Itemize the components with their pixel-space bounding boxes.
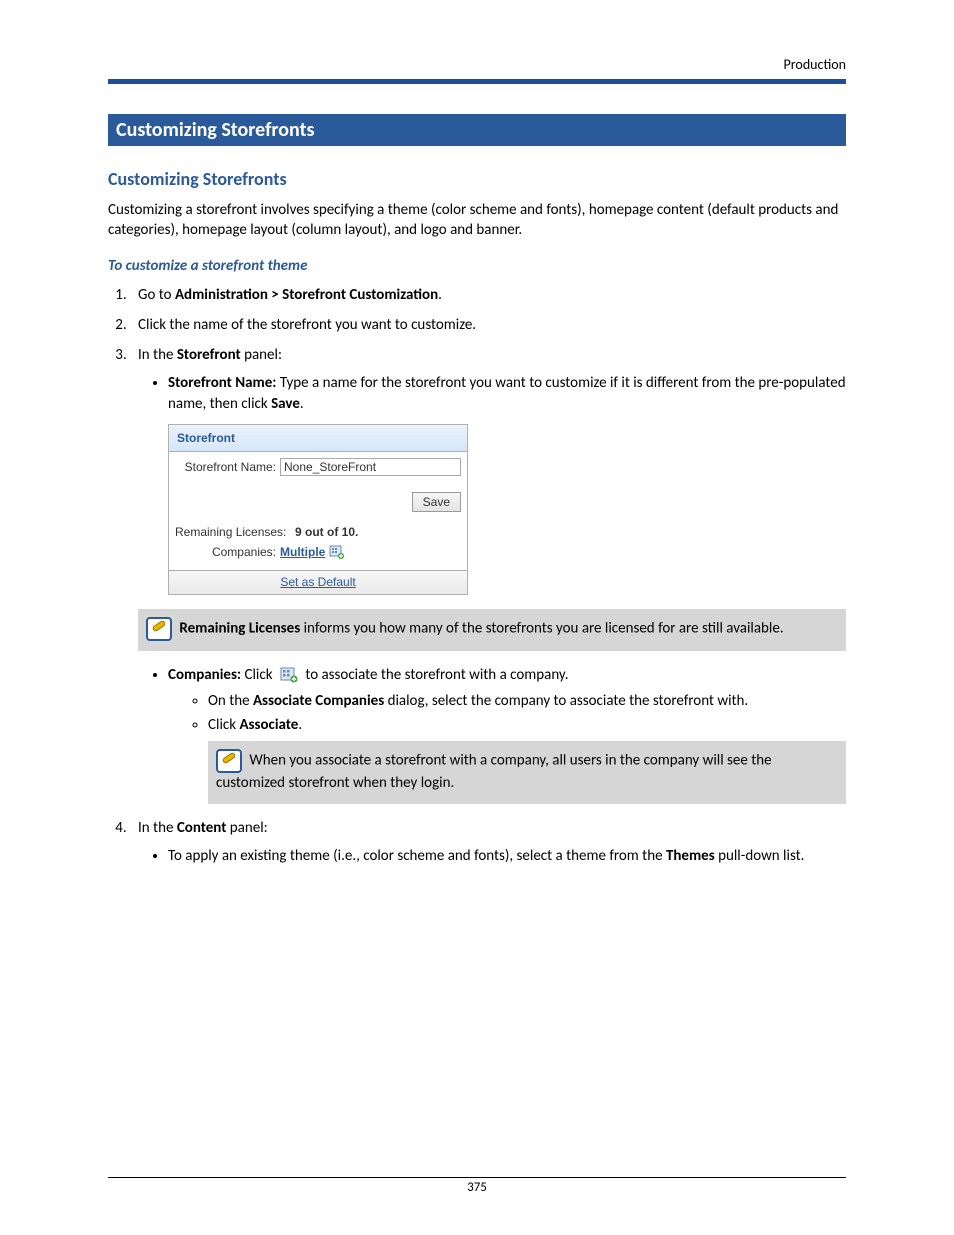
header-rule xyxy=(108,79,846,84)
procedure-list: Go to Administration > Storefront Custom… xyxy=(108,285,846,867)
section-banner: Customizing Storefronts xyxy=(108,114,846,146)
pencil-note-icon xyxy=(146,617,172,641)
save-button[interactable]: Save xyxy=(412,492,461,512)
panel-title: Storefront xyxy=(169,425,467,452)
step-3-sub-1: On the Associate Companies dialog, selec… xyxy=(208,691,846,711)
companies-label: Companies: xyxy=(175,544,280,560)
step-2: Click the name of the storefront you wan… xyxy=(130,315,846,335)
step-3-sub-2: Click Associate. xyxy=(208,715,846,735)
storefront-panel: Storefront Storefront Name: Save Remaini… xyxy=(168,424,468,595)
page-footer: 375 xyxy=(108,1177,846,1195)
step-4-bullet-1: To apply an existing theme (i.e., color … xyxy=(168,846,846,866)
storefront-name-label: Storefront Name: xyxy=(175,459,280,475)
note-remaining-licenses: Remaining Licenses informs you how many … xyxy=(138,609,846,651)
procedure-title: To customize a storefront theme xyxy=(108,257,846,275)
associate-inline-icon xyxy=(279,667,299,683)
storefront-name-input[interactable] xyxy=(280,458,461,476)
step-3: In the Storefront panel: Storefront Name… xyxy=(130,345,846,804)
intro-paragraph: Customizing a storefront involves specif… xyxy=(108,200,846,241)
step-1: Go to Administration > Storefront Custom… xyxy=(130,285,846,305)
page-number: 375 xyxy=(467,1180,487,1195)
pencil-note-icon xyxy=(216,749,242,773)
step-3-bullet-2: Companies: Click to associate the storef… xyxy=(168,665,846,804)
step-3-bullet-1: Storefront Name: Type a name for the sto… xyxy=(168,373,846,650)
subheading: Customizing Storefronts xyxy=(108,168,846,190)
companies-link[interactable]: Multiple xyxy=(280,544,325,560)
set-as-default-link[interactable]: Set as Default xyxy=(169,570,467,593)
step-4: In the Content panel: To apply an existi… xyxy=(130,818,846,867)
header-section: Production xyxy=(784,56,846,73)
page-header: Production xyxy=(108,56,846,73)
licenses-value: 9 out of 10. xyxy=(295,524,358,540)
associate-icon[interactable] xyxy=(329,545,345,559)
licenses-label: Remaining Licenses: xyxy=(175,524,295,540)
note-associate-company: When you associate a storefront with a c… xyxy=(208,741,846,803)
